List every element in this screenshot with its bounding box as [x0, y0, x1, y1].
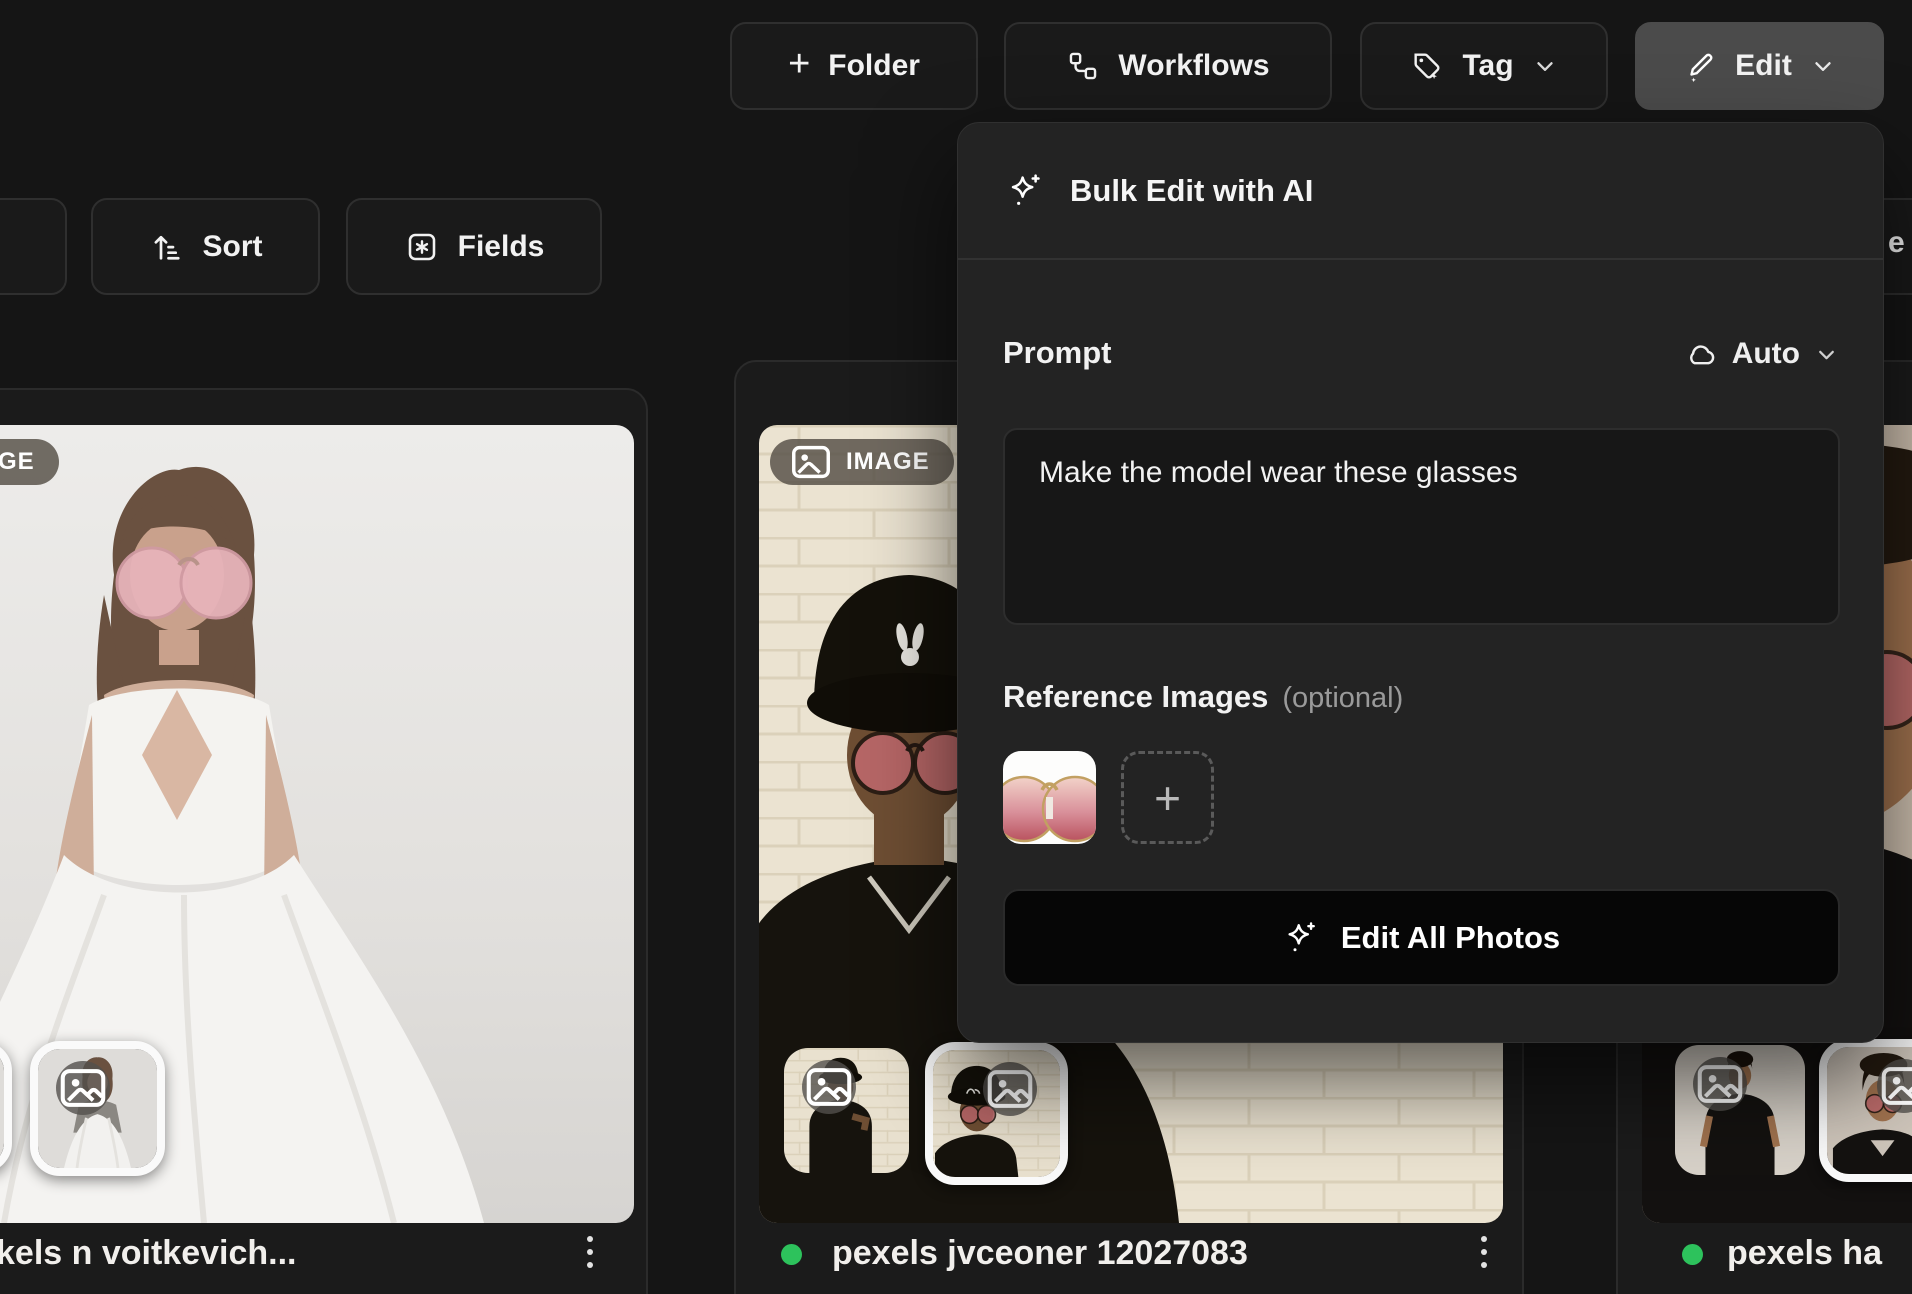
- plus-icon: +: [788, 45, 810, 83]
- chevron-down-icon: [1810, 53, 1836, 79]
- ai-sparkle-icon: [1006, 172, 1044, 210]
- thumbnail-woman[interactable]: [30, 1041, 165, 1176]
- thumb-image-badge: [983, 1062, 1037, 1116]
- tag-label: Tag: [1462, 49, 1513, 83]
- asset-type-badge: IMAGE: [770, 439, 954, 485]
- reference-images-row: Reference Images (optional): [1003, 679, 1403, 715]
- plus-icon: +: [1154, 771, 1181, 825]
- thumb-image-badge: [56, 1061, 110, 1115]
- cloud-icon: [1684, 337, 1718, 371]
- fields-button[interactable]: Fields: [346, 198, 602, 295]
- ai-sparkle-icon: [1283, 920, 1319, 956]
- thumbnail-man-standing-2[interactable]: [1675, 1045, 1805, 1175]
- panel-title: Bulk Edit with AI: [1070, 173, 1313, 209]
- add-folder-label: Folder: [828, 49, 920, 83]
- reference-images-optional: (optional): [1282, 682, 1403, 715]
- thumbnail-man-close[interactable]: [925, 1042, 1068, 1185]
- asset-type-badge: IMAGE: [0, 439, 59, 485]
- bulk-edit-panel: Bulk Edit with AI Prompt Auto Make the m…: [957, 122, 1884, 1043]
- add-folder-button[interactable]: + Folder: [730, 22, 978, 110]
- edit-all-photos-button[interactable]: Edit All Photos: [1003, 889, 1840, 986]
- model-selector[interactable]: Auto: [1684, 337, 1839, 371]
- thumbnail-man-standing[interactable]: [784, 1048, 909, 1173]
- tag-button[interactable]: Tag: [1360, 22, 1608, 110]
- add-reference-button[interactable]: +: [1121, 751, 1214, 844]
- workflows-button[interactable]: Workflows: [1004, 22, 1332, 110]
- file-name: pexels ha: [1727, 1234, 1882, 1273]
- sort-label: Sort: [203, 230, 263, 264]
- tag-icon: [1410, 49, 1444, 83]
- asset-type-label: IMAGE: [846, 448, 930, 476]
- file-name: kels n voitkevich...: [0, 1234, 296, 1273]
- photo-woman-dress[interactable]: IMAGE: [0, 425, 634, 1223]
- panel-header: Bulk Edit with AI: [958, 123, 1883, 260]
- thumbnail-partial[interactable]: [0, 1041, 12, 1173]
- card-menu-button[interactable]: [570, 1230, 610, 1274]
- screen: IMAGE kels n voitkevich...: [0, 0, 1912, 1294]
- file-name: pexels jvceoner 12027083: [832, 1234, 1248, 1273]
- edit-all-photos-label: Edit All Photos: [1341, 920, 1560, 956]
- thumb-image-badge: [802, 1060, 856, 1114]
- asset-type-label: IMAGE: [0, 448, 35, 476]
- fields-label: Fields: [458, 230, 545, 264]
- reference-image-glasses[interactable]: [1003, 751, 1096, 844]
- hidden-edge-label: e (: [1888, 226, 1912, 260]
- partial-button[interactable]: [0, 198, 67, 295]
- reference-images-label: Reference Images: [1003, 679, 1268, 715]
- model-selector-value: Auto: [1732, 337, 1800, 371]
- thumb-image-badge: [1877, 1059, 1912, 1113]
- prompt-box: Make the model wear these glasses: [1003, 428, 1840, 625]
- edit-button[interactable]: Edit: [1635, 22, 1884, 110]
- sort-icon: [149, 229, 185, 265]
- prompt-input[interactable]: Make the model wear these glasses: [1005, 430, 1838, 623]
- photo-card-1[interactable]: IMAGE kels n voitkevich...: [0, 388, 648, 1294]
- prompt-label: Prompt: [1003, 335, 1112, 371]
- edit-label: Edit: [1735, 49, 1792, 83]
- card-menu-button[interactable]: [1464, 1230, 1504, 1274]
- status-dot: [1682, 1244, 1703, 1265]
- sort-button[interactable]: Sort: [91, 198, 320, 295]
- chevron-down-icon: [1814, 342, 1839, 367]
- glasses-image: [1003, 751, 1096, 844]
- fields-icon: [404, 229, 440, 265]
- edit-pencil-icon: [1683, 49, 1717, 83]
- image-icon: [788, 439, 834, 485]
- chevron-down-icon: [1532, 53, 1558, 79]
- thumb-image-badge: [1693, 1057, 1747, 1111]
- workflows-icon: [1066, 49, 1100, 83]
- thumbnail-man-glasses[interactable]: [1819, 1039, 1912, 1182]
- workflows-label: Workflows: [1118, 49, 1269, 83]
- status-dot: [781, 1244, 802, 1265]
